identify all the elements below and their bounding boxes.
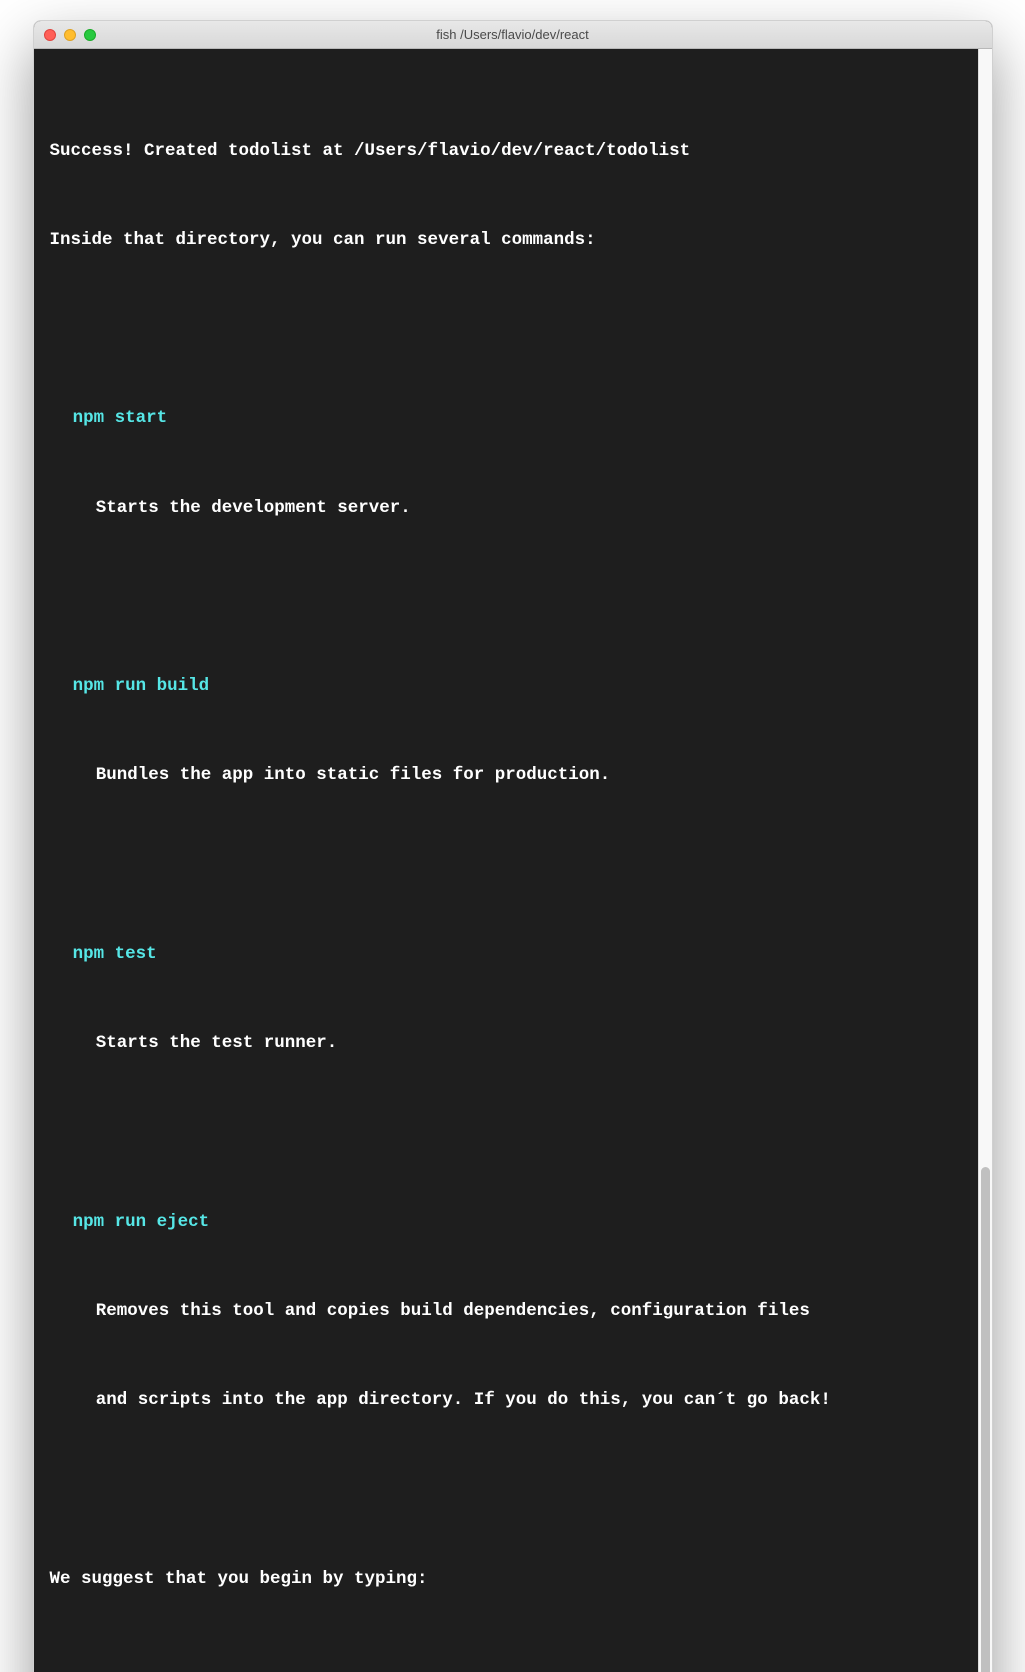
output-line: npm test — [50, 940, 958, 970]
output-line: Removes this tool and copies build depen… — [50, 1297, 958, 1327]
minimize-button[interactable] — [64, 29, 76, 41]
scrollbar[interactable] — [978, 49, 992, 1672]
traffic-lights — [44, 29, 96, 41]
output-line: Bundles the app into static files for pr… — [50, 761, 958, 791]
close-button[interactable] — [44, 29, 56, 41]
output-line: npm run eject — [50, 1208, 958, 1238]
output-line: npm run build — [50, 672, 958, 702]
output-line: Starts the test runner. — [50, 1029, 958, 1059]
output-line: and scripts into the app directory. If y… — [50, 1386, 958, 1416]
output-line: We suggest that you begin by typing: — [50, 1565, 958, 1595]
terminal-window: fish /Users/flavio/dev/react Success! Cr… — [33, 20, 993, 1672]
terminal-body[interactable]: Success! Created todolist at /Users/flav… — [34, 49, 978, 1672]
output-line: npm start — [50, 404, 958, 434]
window-title: fish /Users/flavio/dev/react — [436, 27, 588, 42]
scrollbar-thumb[interactable] — [981, 1167, 990, 1672]
output-line: Inside that directory, you can run sever… — [50, 226, 958, 256]
output-line: Success! Created todolist at /Users/flav… — [50, 137, 958, 167]
window-titlebar[interactable]: fish /Users/flavio/dev/react — [34, 21, 992, 49]
maximize-button[interactable] — [84, 29, 96, 41]
output-line: Starts the development server. — [50, 494, 958, 524]
